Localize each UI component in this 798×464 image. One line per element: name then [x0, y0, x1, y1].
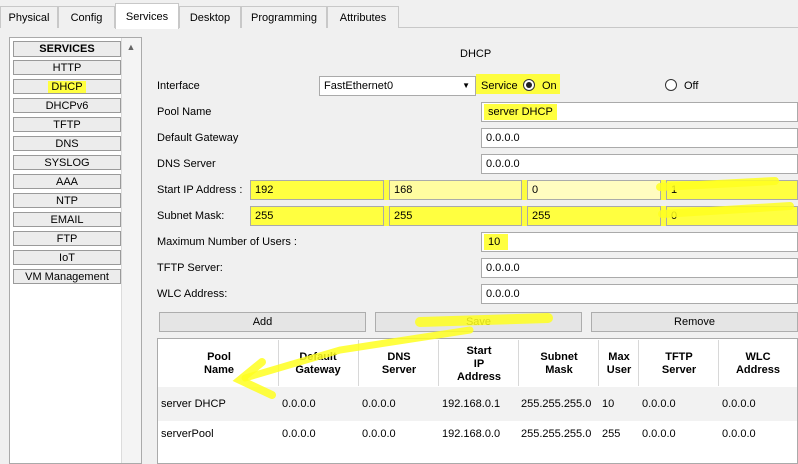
start-ip-highlight-stroke — [656, 177, 779, 191]
save-highlight-stroke — [415, 313, 553, 327]
arrow-line — [241, 326, 474, 382]
annotation-overlay — [232, 177, 794, 399]
arrow-head — [232, 358, 276, 399]
subnet-highlight-stroke — [658, 202, 794, 218]
highlighter-strokes — [232, 177, 794, 399]
